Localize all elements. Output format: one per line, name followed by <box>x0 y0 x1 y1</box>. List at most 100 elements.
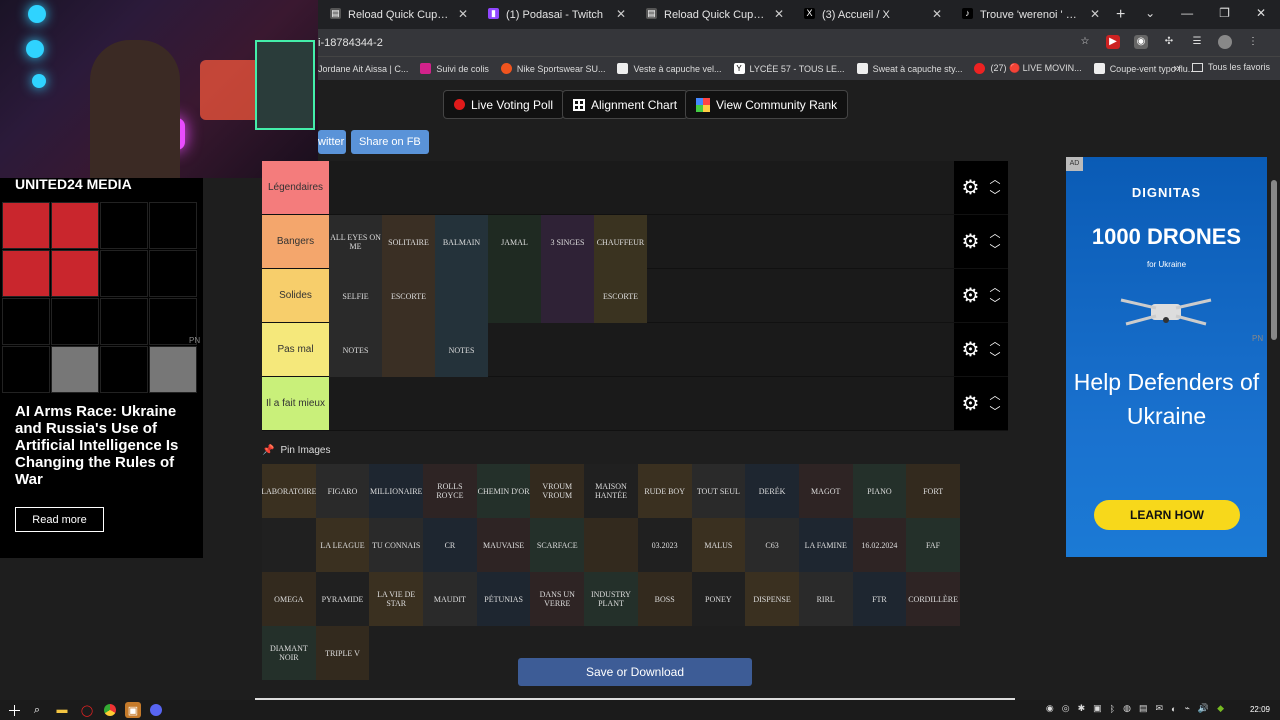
chevron-down-icon[interactable]: ﹀ <box>989 190 1000 201</box>
browser-tab[interactable]: ▤ Reload Quick Cup (Reload) in E ✕ <box>318 0 476 29</box>
gear-icon[interactable]: ⚙ <box>962 337 980 362</box>
share-facebook-button[interactable]: Share on FB <box>351 130 429 154</box>
save-download-button[interactable]: Save or Download <box>518 658 752 686</box>
bluetooth-icon[interactable]: ᛒ <box>1110 704 1115 714</box>
tier-label[interactable]: Légendaires <box>262 161 329 214</box>
windows-icon[interactable] <box>9 704 20 716</box>
browser-tab[interactable]: ▮ (1) Podasai - Twitch ✕ <box>476 0 634 29</box>
obs-icon[interactable]: ▣ <box>125 702 141 718</box>
chevron-down-icon[interactable]: ﹀ <box>989 406 1000 417</box>
tier-item[interactable]: BALMAIN <box>435 215 488 269</box>
bookmark-item[interactable]: Veste à capuche vel... <box>617 63 722 74</box>
chevron-up-icon[interactable]: ︿ <box>989 174 1000 185</box>
view-community-rank-button[interactable]: View Community Rank <box>685 90 849 119</box>
restore-icon[interactable]: ❐ <box>1219 6 1230 20</box>
bank-item[interactable]: RUDE BOY <box>637 464 692 518</box>
nvidia-icon[interactable]: ◆ <box>1217 703 1224 714</box>
bank-item[interactable]: 03.2023 <box>637 518 692 572</box>
learn-how-button[interactable]: LEARN HOW <box>1094 500 1240 530</box>
bank-item[interactable]: CR <box>423 518 477 572</box>
bank-item[interactable] <box>262 518 316 572</box>
read-more-button[interactable]: Read more <box>15 507 104 532</box>
close-icon[interactable]: ✕ <box>1090 7 1100 21</box>
folder-icon[interactable]: ▬ <box>54 702 70 718</box>
chevron-down-icon[interactable]: ⌄ <box>1145 6 1155 20</box>
bank-item[interactable]: DISPENSE <box>745 572 799 626</box>
bank-item[interactable]: FORT <box>906 464 960 518</box>
chevron-down-icon[interactable]: ﹀ <box>989 298 1000 309</box>
extension-icon[interactable]: ◉ <box>1134 35 1148 49</box>
gear-icon[interactable]: ⚙ <box>962 391 980 416</box>
bookmark-item[interactable]: (27) 🔴 LIVE MOVIN... <box>974 63 1082 74</box>
share-twitter-button[interactable]: witter <box>318 130 346 154</box>
bank-item[interactable]: RIRL <box>798 572 853 626</box>
bank-item[interactable]: MILLIONAIRE <box>369 464 424 518</box>
bookmark-item[interactable]: Jordane Ait Aissa | C... <box>318 64 408 74</box>
tier-item[interactable]: SELFIE <box>329 269 382 323</box>
bank-item[interactable]: PÉTUNIAS <box>476 572 531 626</box>
gear-icon[interactable]: ⚙ <box>962 283 980 308</box>
tray-icon[interactable]: ✉ <box>1155 703 1163 714</box>
alignment-chart-button[interactable]: Alignment Chart <box>562 90 689 119</box>
opera-icon[interactable]: ◯ <box>79 702 95 718</box>
bank-item[interactable]: TRIPLE V <box>315 626 370 680</box>
puzzle-icon[interactable]: ✣ <box>1162 35 1176 49</box>
bank-item[interactable]: LABORATOIRE <box>262 464 316 518</box>
bank-item[interactable]: SCARFACE <box>530 518 585 572</box>
chevron-down-icon[interactable]: ﹀ <box>989 244 1000 255</box>
bank-item[interactable]: OMEGA <box>262 572 316 626</box>
close-icon[interactable]: ✕ <box>774 7 784 21</box>
network-icon[interactable]: ◍ <box>1123 703 1131 714</box>
gear-icon[interactable]: ⚙ <box>962 229 980 254</box>
menu-icon[interactable]: ⋮ <box>1246 35 1260 49</box>
gear-icon[interactable]: ⚙ <box>962 175 980 200</box>
reading-list-icon[interactable]: ☰ <box>1190 35 1204 49</box>
tray-icon[interactable]: ✱ <box>1078 703 1086 714</box>
bank-item[interactable]: VROUM VROUM <box>530 464 585 518</box>
tier-item[interactable]: ESCORTE <box>382 269 435 323</box>
tray-icon[interactable]: ◐ <box>1171 704 1176 714</box>
tier-item[interactable]: NOTES <box>435 323 488 377</box>
minimize-icon[interactable]: — <box>1181 6 1193 20</box>
bank-item[interactable]: INDUSTRY PLANT <box>584 572 638 626</box>
tier-item[interactable]: ALL EYES ON ME <box>329 215 382 269</box>
browser-tab[interactable]: X (3) Accueil / X ✕ <box>792 0 950 29</box>
bank-item[interactable]: 16.02.2024 <box>852 518 907 572</box>
chevron-up-icon[interactable]: ︿ <box>989 390 1000 401</box>
right-ad[interactable]: DIGNITAS 1000 DRONES for Ukraine Help De… <box>1066 157 1267 557</box>
bookmarks-more-button[interactable]: » <box>1173 61 1180 75</box>
tier-item[interactable] <box>435 269 488 323</box>
bank-item[interactable]: LA VIE DE STAR <box>369 572 424 626</box>
extension-icon[interactable]: ▶ <box>1106 35 1120 49</box>
url-field[interactable]: i-18784344-2 <box>318 37 383 49</box>
bank-item[interactable]: BOSS <box>637 572 692 626</box>
bank-item[interactable]: FAF <box>906 518 960 572</box>
bank-item[interactable]: CHEMIN D'OR <box>476 464 531 518</box>
browser-tab[interactable]: ▤ Reload Quick Cup (Reload) in E ✕ <box>634 0 792 29</box>
bank-item[interactable]: PONEY <box>691 572 746 626</box>
bank-item[interactable]: TU CONNAIS <box>369 518 424 572</box>
live-voting-poll-button[interactable]: Live Voting Poll <box>443 90 565 119</box>
star-icon[interactable]: ☆ <box>1078 35 1092 49</box>
tier-item[interactable] <box>541 269 594 323</box>
tier-item[interactable]: 3 SINGES <box>541 215 594 269</box>
chevron-up-icon[interactable]: ︿ <box>989 336 1000 347</box>
tray-icon[interactable]: ▣ <box>1093 703 1102 714</box>
bookmark-item[interactable]: Sweat à capuche sty... <box>856 63 962 74</box>
chevron-up-icon[interactable]: ︿ <box>989 228 1000 239</box>
browser-tab[interactable]: ♪ Trouve 'werenoi ' sur TikTok | R ✕ <box>950 0 1108 29</box>
tier-item[interactable] <box>488 269 541 323</box>
all-bookmarks-button[interactable]: Tous les favoris <box>1191 62 1270 72</box>
close-icon[interactable]: ✕ <box>932 7 942 21</box>
close-icon[interactable]: ✕ <box>458 7 468 21</box>
tier-label[interactable]: Solides <box>262 269 329 322</box>
chrome-icon[interactable] <box>104 704 116 716</box>
bank-item[interactable]: MAISON HANTÉE <box>584 464 638 518</box>
bank-item[interactable]: PYRAMIDE <box>315 572 370 626</box>
bookmark-item[interactable]: Suivi de colis <box>420 63 489 74</box>
tray-icon[interactable]: ⌁ <box>1184 703 1189 714</box>
close-icon[interactable]: ✕ <box>1256 6 1266 20</box>
tray-icon[interactable]: ◉ <box>1046 703 1054 714</box>
tier-label[interactable]: Il a fait mieux <box>262 377 329 430</box>
tier-item[interactable]: NOTES <box>329 323 382 377</box>
